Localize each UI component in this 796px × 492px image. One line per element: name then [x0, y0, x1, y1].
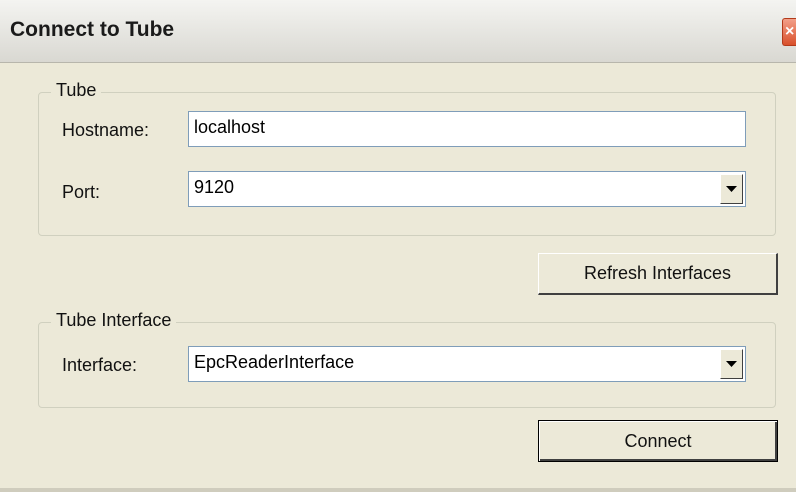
port-label: Port:: [62, 182, 101, 202]
port-dropdown-button[interactable]: [720, 174, 743, 204]
window-bottom-edge: [0, 488, 796, 492]
interface-value: EpcReaderInterface: [194, 352, 355, 372]
interface-dropdown-button[interactable]: [720, 349, 743, 379]
hostname-field[interactable]: localhost: [188, 111, 746, 147]
port-value: 9120: [194, 177, 235, 197]
refresh-interfaces-button[interactable]: Refresh Interfaces: [538, 253, 778, 295]
tube-group-legend: Tube: [51, 80, 102, 101]
tube-interface-group-legend: Tube Interface: [51, 310, 177, 331]
close-icon: ×: [785, 23, 795, 40]
close-button[interactable]: ×: [782, 18, 796, 46]
chevron-down-icon: [726, 186, 737, 192]
chevron-down-icon: [726, 361, 737, 367]
interface-label: Interface:: [62, 355, 138, 375]
port-combobox[interactable]: 9120: [188, 171, 746, 207]
hostname-label: Hostname:: [62, 120, 150, 140]
title-bar[interactable]: Connect to Tube ×: [0, 0, 796, 63]
window-title: Connect to Tube: [10, 18, 175, 41]
interface-combobox[interactable]: EpcReaderInterface: [188, 346, 746, 382]
connect-button[interactable]: Connect: [538, 420, 778, 462]
